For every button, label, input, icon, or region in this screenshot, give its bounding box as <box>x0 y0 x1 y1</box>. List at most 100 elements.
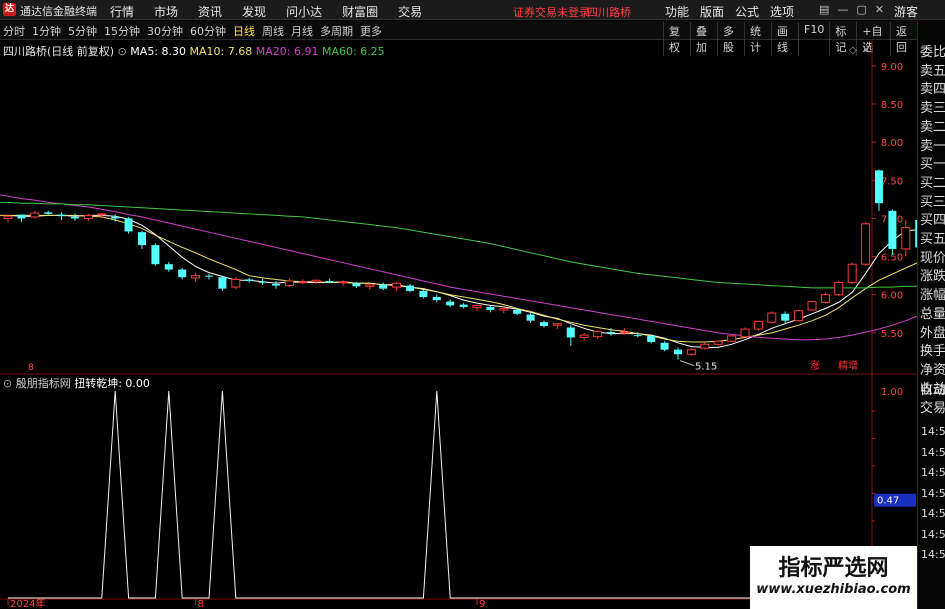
indicator-settings-icon[interactable]: ⊙ <box>3 377 16 390</box>
price-tick-label: 7.50 <box>881 176 903 187</box>
quote-field-label: 买五 <box>920 232 945 247</box>
candle-body-up <box>767 312 777 323</box>
kline-chart[interactable]: 9.008.508.007.507.006.506.005.509.085.15… <box>0 21 917 609</box>
trade-time: 14:56 <box>921 486 945 500</box>
security-name: 四川路桥 <box>587 6 631 19</box>
quote-field-label: 外盘 <box>920 325 945 341</box>
broker-login-status[interactable]: 证券交易未登录 <box>513 4 590 20</box>
title-bar: 达 通达信金融终端 行情 市场 资讯 发现 问小达 财富圈 交易 证券交易未登录… <box>0 0 945 20</box>
menu-item-options[interactable]: 选项 <box>770 3 794 20</box>
price-tick-label: 8.50 <box>881 100 903 111</box>
menu-item-discover[interactable]: 发现 <box>242 3 266 20</box>
candle-body-up <box>820 294 830 303</box>
candle-body-up <box>298 281 308 284</box>
candle-body-down <box>406 285 414 291</box>
candle-body-down <box>352 283 361 287</box>
indicator-header: ⊙ 殷朋指标网 扭转乾坤: 0.00 <box>3 375 150 391</box>
candle-body-up <box>593 330 603 338</box>
indicator-tick-label: 0.47 <box>877 496 899 507</box>
price-tag-enhance: 精增 <box>838 359 858 372</box>
main-axis-mark: 8 <box>28 363 34 373</box>
menu-item-wealth[interactable]: 财富圈 <box>342 3 378 20</box>
close-icon[interactable]: ✕ <box>875 3 884 16</box>
panel-close-icon: ✕ <box>862 45 870 56</box>
quote-field-label: 涨跌 <box>920 269 945 285</box>
candle-body-down <box>674 349 682 355</box>
quote-side-panel: 委比 卖五 卖四 卖三 卖二 卖一 买一 买二 买三 买四 买五 现价 涨跌 涨幅 总量 外盘 换手 净资 收益 自动… <box>917 21 945 609</box>
candle-body-up <box>284 280 294 287</box>
candle-body-down <box>164 264 173 270</box>
candle-body-down <box>888 210 897 249</box>
candle-body-up <box>619 331 629 334</box>
price-tick-label: 5.50 <box>881 329 903 340</box>
auto-trade-label[interactable]: 自动 <box>920 383 945 399</box>
candle-body-up <box>97 213 107 216</box>
main-menu: 行情 市场 资讯 发现 问小达 财富圈 交易 <box>110 3 422 20</box>
time-tick-label: 9 <box>479 599 485 609</box>
layout-icon[interactable]: ▤ <box>819 3 829 16</box>
menu-item-news[interactable]: 资讯 <box>198 3 222 20</box>
indicator-source: 殷朋指标网 <box>15 377 75 390</box>
trade-time: 14:56 <box>921 425 945 438</box>
menu-item-trade[interactable]: 交易 <box>398 3 422 20</box>
low-annotation-line <box>679 360 695 367</box>
candle-body-down <box>607 332 615 334</box>
trade-time: 14:56 <box>921 527 945 541</box>
candle-body-down <box>566 327 575 338</box>
candle-body-up <box>3 215 13 219</box>
candle-body-down <box>540 322 548 326</box>
maximize-icon[interactable]: ▢ <box>856 3 866 16</box>
candle-body-up <box>713 340 723 345</box>
candle-body-up <box>579 334 589 338</box>
candle-body-down <box>633 335 642 337</box>
price-tick-label: 9.00 <box>881 62 903 73</box>
quote-field-label: 买四 <box>920 213 945 229</box>
menu-item-market[interactable]: 市场 <box>154 3 178 20</box>
quote-field-label: 买二 <box>920 175 945 191</box>
indicator-tick-label: 1.00 <box>881 387 903 398</box>
candle-body-up <box>311 279 321 283</box>
candle-body-up <box>338 281 348 284</box>
candle-body-up <box>834 282 844 296</box>
candle-body-down <box>138 232 146 246</box>
app-logo-icon: 达 <box>3 3 16 16</box>
candle-body-down <box>44 212 53 214</box>
quote-field-label: 买三 <box>920 194 945 210</box>
candle-body-up <box>365 284 375 287</box>
candle-body-up <box>30 212 40 218</box>
low-annotation-label: 5.15 <box>695 362 717 373</box>
candle-body-up <box>83 214 93 219</box>
candle-body-down <box>178 269 187 278</box>
quote-field-label: 卖四 <box>920 82 945 98</box>
trade-time: 14:56 <box>921 445 945 459</box>
candle-body-down <box>151 245 160 265</box>
auto-trade-label[interactable]: 交易 <box>920 401 945 417</box>
quote-field-label: 净资 <box>920 362 945 378</box>
minimize-icon[interactable]: — <box>837 3 848 16</box>
quote-field-label: 卖二 <box>920 119 945 135</box>
trade-time: 14:56 <box>921 548 945 561</box>
window-controls: ▤ — ▢ ✕ <box>819 3 884 16</box>
candle-body-down <box>379 284 388 289</box>
menu-item-ask[interactable]: 问小达 <box>286 3 322 20</box>
menu-item-layout[interactable]: 版面 <box>700 3 724 20</box>
candle-body-down <box>486 306 495 310</box>
trade-time: 14:56 <box>921 507 945 520</box>
candle-body-down <box>205 275 213 277</box>
menu-item-functions[interactable]: 功能 <box>665 3 689 20</box>
guest-user-label[interactable]: 游客 <box>894 3 918 20</box>
candle-body-down <box>513 309 522 314</box>
time-tick-label: 2024年 <box>10 597 45 609</box>
quote-field-label: 委比 <box>920 45 945 60</box>
price-tick-label: 6.00 <box>881 291 903 302</box>
candle-body-up <box>727 335 737 342</box>
quote-field-label: 换手 <box>920 344 945 360</box>
candle-body-down <box>875 170 883 204</box>
candle-body-up <box>861 223 871 265</box>
candle-body-up <box>686 349 696 355</box>
price-tag-rise: 涨 <box>810 360 820 372</box>
candle-body-down <box>526 314 535 321</box>
menu-item-formula[interactable]: 公式 <box>735 3 759 20</box>
ma-line-ma60 <box>0 201 917 289</box>
menu-item-quotes[interactable]: 行情 <box>110 3 134 20</box>
